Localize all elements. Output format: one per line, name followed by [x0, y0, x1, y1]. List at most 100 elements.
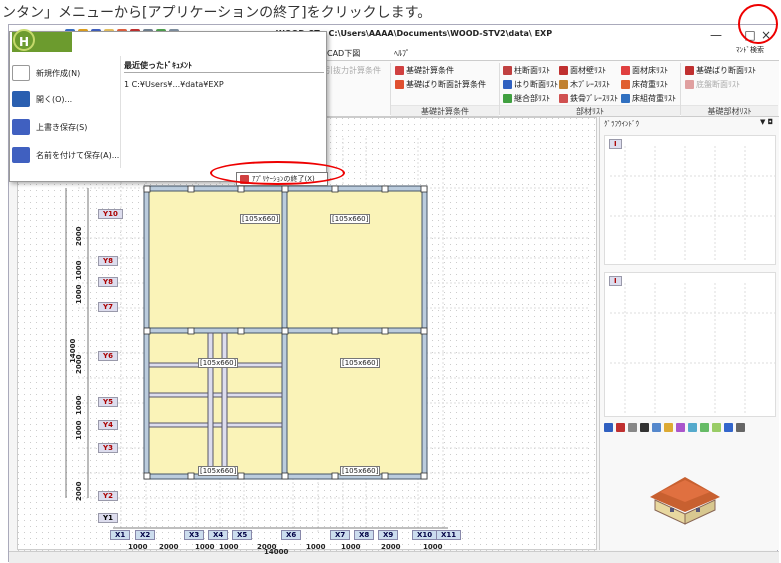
- panel-label: [105x660]: [340, 466, 381, 476]
- caption-text: ンタン」メニューから[アプリケーションの終了]をクリックします。: [2, 5, 432, 21]
- status-bar: [9, 551, 779, 563]
- layer-icon[interactable]: [676, 423, 685, 432]
- group-label-base: 基礎計算条件: [391, 105, 499, 116]
- column-icon: [503, 65, 512, 75]
- y-dim: 2000: [75, 226, 83, 246]
- y-total-dim: 14000: [69, 338, 77, 363]
- y-axis-tag: Y7: [98, 302, 118, 312]
- save-as-icon: [12, 147, 30, 163]
- brace-icon: [559, 79, 568, 89]
- panel-label: [105x660]: [240, 214, 281, 224]
- help-icon[interactable]: [724, 423, 733, 432]
- ribbon-steel-brace-list[interactable]: 鉄骨ﾌﾞﾚｰｽﾘｽﾄ: [559, 92, 618, 104]
- menu-cad[interactable]: CAD下図: [327, 48, 360, 59]
- layer-icon[interactable]: [652, 423, 661, 432]
- graph-pane: ｸﾞﾗﾌｳｲﾝﾄﾞｳ ▼ ◘ I I: [599, 117, 779, 550]
- recent-doc-item[interactable]: 1 C:¥Users¥...¥data¥EXP: [124, 80, 224, 89]
- floor-icon: [621, 65, 630, 75]
- x-axis-tag: X3: [184, 530, 205, 540]
- ribbon-joint-list[interactable]: 継合部ﾘｽﾄ: [503, 92, 550, 104]
- menu-save-as[interactable]: 名前を付けて保存(A)...: [12, 144, 120, 166]
- group-label-members: 部材ﾘｽﾄ: [500, 105, 680, 116]
- x-dim: 2000: [159, 543, 179, 551]
- x-dim: 1000: [306, 543, 326, 551]
- ribbon-floor-list[interactable]: 面材床ﾘｽﾄ: [621, 64, 668, 76]
- x-total-dim: 14000: [264, 548, 289, 556]
- floor-load-icon: [621, 79, 630, 89]
- foundation-icon: [395, 65, 404, 75]
- y-axis-tag: Y2: [98, 491, 118, 501]
- x-axis-tag: X9: [378, 530, 399, 540]
- x-axis-tag: X8: [354, 530, 375, 540]
- x-dim: 2000: [381, 543, 401, 551]
- ribbon-brace-list[interactable]: 木ﾌﾞﾚｰｽﾘｽﾄ: [559, 78, 610, 90]
- ribbon-floor-load-list[interactable]: 床荷重ﾘｽﾄ: [621, 78, 668, 90]
- layer-icon[interactable]: [664, 423, 673, 432]
- ribbon-beam-list[interactable]: はり断面ﾘｽﾄ: [503, 78, 558, 90]
- menu-save[interactable]: 上書き保存(S): [12, 116, 120, 138]
- ribbon-base-calc[interactable]: 基礎計算条件: [395, 64, 454, 76]
- graph-top: I: [604, 135, 776, 265]
- joint-icon: [503, 93, 512, 103]
- y-axis-tag: Y8: [98, 256, 118, 266]
- ribbon-wall-list[interactable]: 面材壁ﾘｽﾄ: [559, 64, 606, 76]
- house-3d-view: [650, 477, 720, 525]
- x-dim: 1000: [423, 543, 443, 551]
- app-menu-panel: 新規作成(N) 開く(O)... 上書き保存(S) 名前を付けて保存(A)...…: [9, 31, 328, 186]
- y-dim: 2000: [75, 481, 83, 501]
- floor-plan[interactable]: [143, 185, 428, 480]
- y-dim: 1000: [75, 395, 83, 415]
- menu-help[interactable]: ﾍﾙﾌﾟ: [394, 48, 410, 59]
- forward-icon[interactable]: [628, 423, 637, 432]
- panel-label: [105x660]: [330, 214, 371, 224]
- ribbon-beam-calc[interactable]: 基礎ばり断面計算条件: [395, 78, 486, 90]
- menu-new[interactable]: 新規作成(N): [12, 62, 120, 84]
- print-icon[interactable]: [736, 423, 745, 432]
- app-logo-button[interactable]: H: [13, 29, 35, 51]
- layer-icon[interactable]: [700, 423, 709, 432]
- base-beam-icon: [685, 65, 694, 75]
- y-axis-tag: Y6: [98, 351, 118, 361]
- view-icon[interactable]: [604, 423, 613, 432]
- book-icon[interactable]: [616, 423, 625, 432]
- ribbon-faded-item: 引抜力計算条件: [325, 65, 381, 75]
- menu-open[interactable]: 開く(O)...: [12, 88, 120, 110]
- ribbon-floor-frame-list[interactable]: 床組荷重ﾘｽﾄ: [621, 92, 676, 104]
- beam-list-icon: [503, 79, 512, 89]
- tool-icon[interactable]: [640, 423, 649, 432]
- ribbon-column-list[interactable]: 柱断面ﾘｽﾄ: [503, 64, 550, 76]
- group-label-base-members: 基礎部材ﾘｽﾄ: [681, 105, 778, 116]
- x-axis-tag: X5: [232, 530, 253, 540]
- floor-frame-icon: [621, 93, 630, 103]
- slab-icon: [685, 79, 694, 89]
- x-axis-tag: X10: [412, 530, 438, 540]
- new-doc-icon: [12, 65, 30, 81]
- y-axis-tag: Y8: [98, 277, 118, 287]
- y-axis-tag: Y10: [98, 209, 123, 219]
- x-axis-tag: X4: [208, 530, 229, 540]
- layer-icon[interactable]: [712, 423, 721, 432]
- x-axis-tag: X1: [110, 530, 131, 540]
- ribbon-base-beam-list[interactable]: 基礎ばり断面ﾘｽﾄ: [685, 64, 756, 76]
- y-axis-tag: Y5: [98, 397, 118, 407]
- x-dim: 1000: [195, 543, 215, 551]
- x-axis-tag: X2: [135, 530, 156, 540]
- open-icon: [12, 91, 30, 107]
- highlight-annotation: [210, 161, 345, 185]
- x-axis-tag: X7: [330, 530, 351, 540]
- ribbon-slab-list: 底盤断面ﾘｽﾄ: [685, 78, 740, 90]
- command-search[interactable]: ﾏﾝﾄﾞ検索: [736, 45, 764, 55]
- panel-label: [105x660]: [198, 358, 239, 368]
- y-axis-tag: Y4: [98, 420, 118, 430]
- x-axis-tag: X11: [436, 530, 462, 540]
- pane-pin-icon[interactable]: ▼ ◘: [760, 118, 773, 126]
- x-dim: 1000: [219, 543, 239, 551]
- recent-docs-title: 最近使ったﾄﾞｷｭﾒﾝﾄ: [124, 61, 192, 70]
- x-dim: 1000: [128, 543, 148, 551]
- x-axis-tag: X6: [281, 530, 302, 540]
- y-dim: 1000: [75, 284, 83, 304]
- panel-label: [105x660]: [340, 358, 381, 368]
- minimize-button[interactable]: —: [699, 25, 733, 45]
- layer-icon[interactable]: [688, 423, 697, 432]
- y-axis-tag: Y1: [98, 513, 118, 523]
